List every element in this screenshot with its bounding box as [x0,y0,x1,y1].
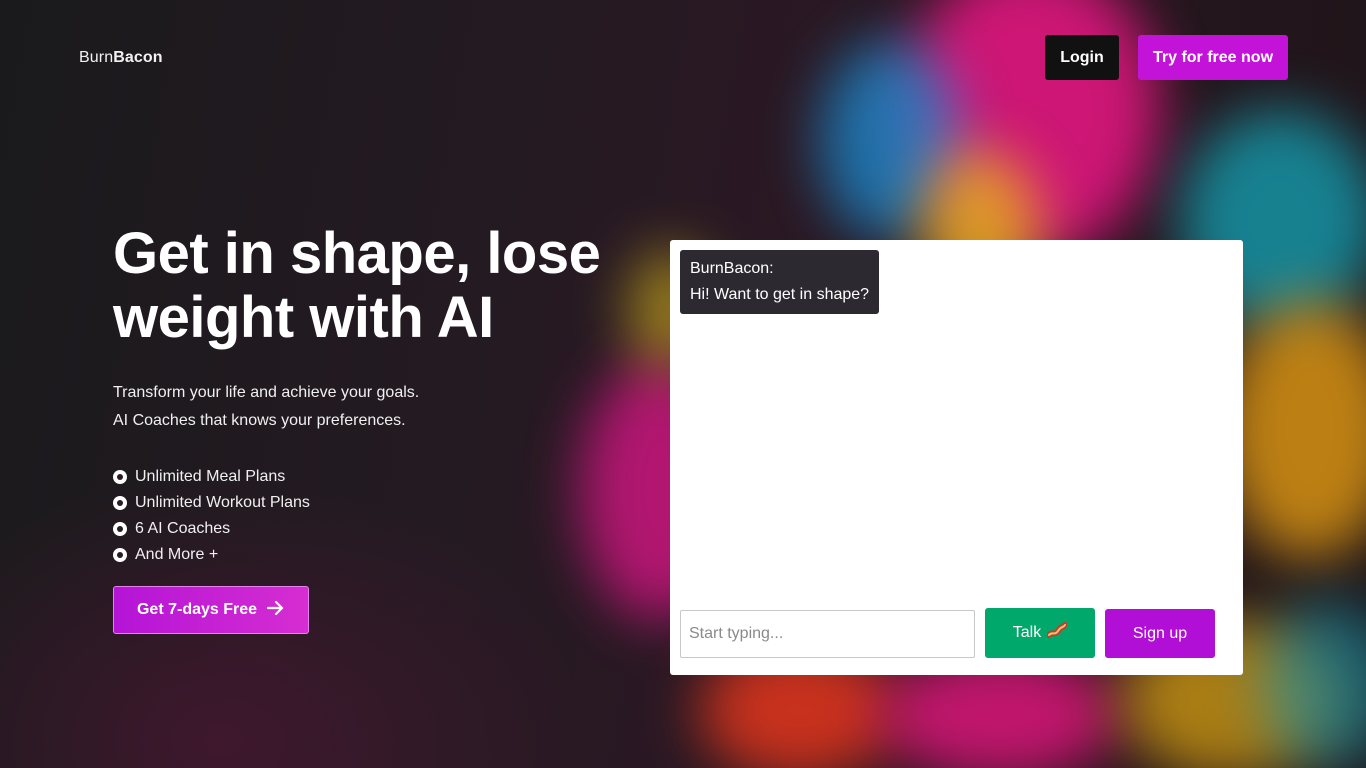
feature-item: Unlimited Meal Plans [113,464,310,490]
bullet-icon [113,548,127,562]
feature-item: And More + [113,542,310,568]
brand-logo-prefix: Burn [79,49,114,66]
chat-message: BurnBacon: Hi! Want to get in shape? [680,250,880,314]
feature-label: Unlimited Workout Plans [135,494,310,511]
feature-item: 6 AI Coaches [113,516,310,542]
arrow-right-icon [266,600,285,621]
brand-logo-suffix: Bacon [113,49,163,66]
try-for-free-button[interactable]: Try for free now [1138,35,1288,80]
bullet-icon [113,522,127,536]
hero-title: Get in shape, lose weight with AI [113,221,601,350]
bullet-icon [113,496,127,510]
talk-label: Talk [1012,624,1042,641]
bacon-icon [1046,621,1069,645]
hero-subtitle: Transform your life and achieve your goa… [113,379,419,435]
chat-message-sender: BurnBacon: [690,260,774,277]
hero-subtitle-line: Transform your life and achieve your goa… [113,384,420,401]
chat-widget: BurnBacon: Hi! Want to get in shape? Tal… [670,240,1243,675]
chat-message-text: Hi! Want to get in shape? [690,286,870,303]
feature-label: And More + [135,546,219,563]
bullet-icon [113,470,127,484]
feature-list: Unlimited Meal Plans Unlimited Workout P… [113,464,310,568]
hero-subtitle-line: AI Coaches that knows your preferences. [113,412,406,429]
get-free-trial-button[interactable]: Get 7-days Free [113,586,309,634]
cta-label: Get 7-days Free [136,601,258,618]
chat-input[interactable] [680,610,975,658]
brand-logo[interactable]: BurnBacon [79,49,163,67]
feature-label: 6 AI Coaches [135,520,231,537]
feature-label: Unlimited Meal Plans [135,468,286,485]
feature-item: Unlimited Workout Plans [113,490,310,516]
talk-button[interactable]: Talk [985,608,1095,658]
sign-up-button[interactable]: Sign up [1105,609,1215,658]
login-button[interactable]: Login [1045,35,1119,80]
